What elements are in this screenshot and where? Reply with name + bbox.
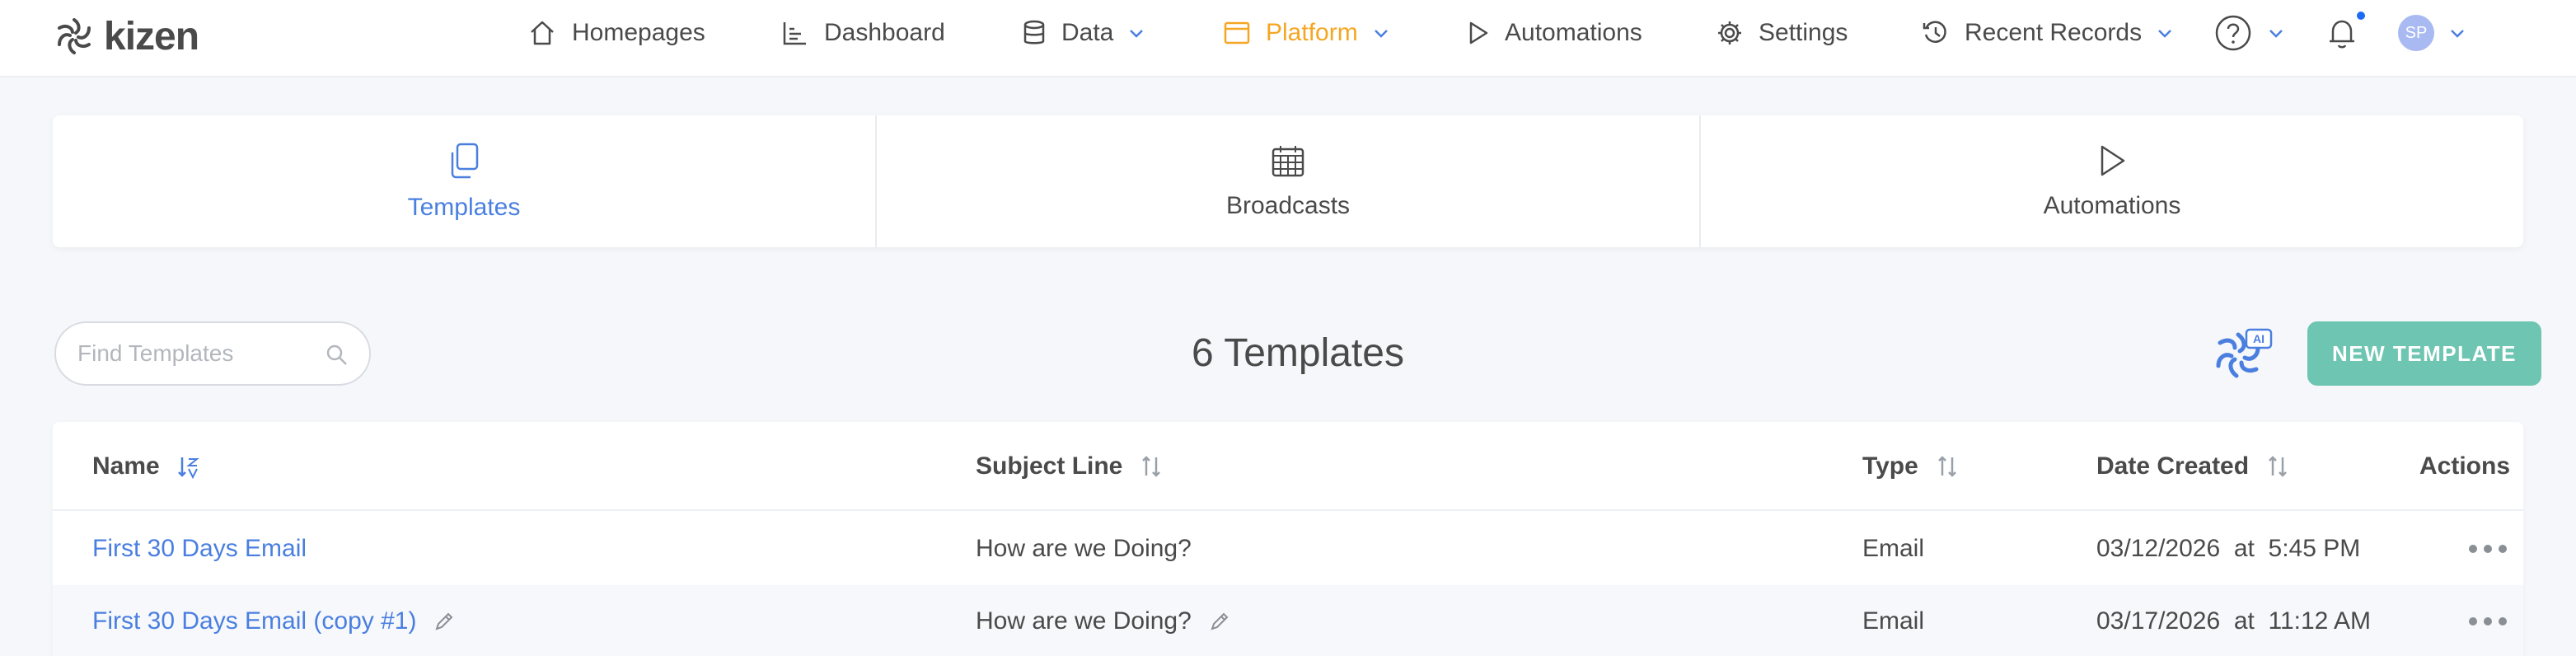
pencil-icon[interactable] [433,610,456,633]
column-header-actions: Actions [2419,422,2510,511]
bell-icon [2330,20,2354,49]
history-icon [1923,21,1946,43]
play-icon [1469,21,1488,45]
template-name-cell: First 30 Days Email (copy #1) [92,585,456,656]
column-type-label: Type [1862,452,1918,480]
question-icon [2215,15,2251,51]
sort-icon[interactable] [1139,454,1164,479]
avatar: SP [2398,15,2434,51]
nav-recent-records-label: Recent Records [1965,19,2143,46]
search-icon[interactable] [325,343,349,368]
template-name-link[interactable]: First 30 Days Email [92,513,307,585]
type-cell: Email [1862,607,1925,635]
ai-button-label: AI [2253,332,2265,345]
date-created-cell: 03/17/2026 at 11:12 AM [2096,607,2372,635]
dot [2484,545,2492,553]
chevron-down-icon [2451,30,2464,38]
template-name-link[interactable]: First 30 Days Email (copy #1) [92,607,416,635]
nav-settings[interactable]: Settings [1716,0,1848,66]
row-actions-button[interactable] [2469,585,2507,656]
notification-badge [2355,10,2367,21]
templates-table: Name Subject Line Type Date Created Acti… [53,422,2523,656]
dot [2499,545,2507,553]
templates-count-title: 6 Templates [1192,331,1404,375]
user-menu[interactable]: SP [2398,0,2466,66]
brand-name: kizen [104,14,199,59]
ai-assistant-button[interactable]: AI [2208,321,2274,387]
dot [2484,617,2492,626]
column-header-name[interactable]: Name [92,422,201,511]
bar-chart-icon [783,22,806,45]
ai-icon: AI [2216,328,2273,378]
tab-templates-label: Templates [407,194,521,221]
home-icon [531,21,554,45]
chevron-down-icon [1374,30,1388,38]
tab-automations-label: Automations [2043,192,2181,219]
bell-icon-wrap [2324,10,2367,51]
notifications-button[interactable] [2324,0,2367,66]
subject-line-text: How are we Doing? [976,607,1192,635]
nav-platform[interactable]: Platform [1223,0,1389,66]
nav-automations-label: Automations [1505,19,1642,46]
play-icon [2101,145,2125,176]
column-actions-label: Actions [2419,452,2511,480]
column-header-type[interactable]: Type [1862,422,1960,511]
nav-dashboard[interactable]: Dashboard [781,0,945,66]
nav-data-label: Data [1061,19,1114,46]
subject-line-cell: How are we Doing? [976,585,1231,656]
chevron-down-icon [1130,30,1144,38]
dot [2499,617,2507,626]
search-input[interactable] [77,340,308,367]
top-nav: kizen Homepages Dashboard Data Platform … [0,0,2576,77]
date-created-cell: 03/12/2026 at 5:45 PM [2096,535,2361,562]
tab-templates[interactable]: Templates [53,115,877,247]
sort-az-icon[interactable] [176,454,201,479]
nav-homepages-label: Homepages [572,19,705,46]
type-cell: Email [1862,535,1925,562]
table-header: Name Subject Line Type Date Created Acti… [53,422,2523,511]
section-tabs: Templates Broadcasts Automations [53,115,2523,247]
tab-automations[interactable]: Automations [1701,115,2523,247]
subject-line-cell: How are we Doing? [976,535,1192,562]
tab-broadcasts-label: Broadcasts [1225,192,1351,219]
nav-dashboard-label: Dashboard [824,19,945,46]
column-date-label: Date Created [2096,452,2250,480]
tab-broadcasts[interactable]: Broadcasts [877,115,1701,247]
nav-settings-label: Settings [1759,19,1848,46]
copy-icon [451,143,479,179]
new-template-button[interactable]: NEW TEMPLATE [2307,321,2541,386]
sort-icon[interactable] [1935,454,1960,479]
row-actions-button[interactable] [2469,513,2507,585]
help-menu[interactable] [2213,0,2284,66]
chevron-down-icon [2269,30,2283,38]
table-row: First 30 Days Email (copy #1) How are we… [53,585,2523,656]
search-box [54,321,371,386]
window-icon [1224,21,1250,45]
dot [2469,545,2477,553]
kizen-logo-icon [58,18,91,54]
gear-icon [1718,21,1741,45]
chevron-down-icon [2158,30,2171,38]
column-subject-label: Subject Line [976,452,1123,480]
nav-recent-records[interactable]: Recent Records [1922,0,2173,66]
sort-icon[interactable] [2265,454,2290,479]
column-header-date-created[interactable]: Date Created [2096,422,2290,511]
column-name-label: Name [92,452,160,480]
nav-automations[interactable]: Automations [1467,0,1642,66]
dot [2469,617,2477,626]
nav-homepages[interactable]: Homepages [527,0,705,66]
calendar-icon [1272,146,1304,177]
nav-data[interactable]: Data [1022,0,1145,66]
table-row: First 30 Days Email How are we Doing? Em… [53,513,2523,585]
column-header-subject[interactable]: Subject Line [976,422,1164,511]
kizen-logo[interactable]: kizen [53,10,199,63]
pencil-icon[interactable] [1208,610,1231,633]
nav-platform-label: Platform [1266,19,1358,46]
database-icon [1023,20,1045,45]
